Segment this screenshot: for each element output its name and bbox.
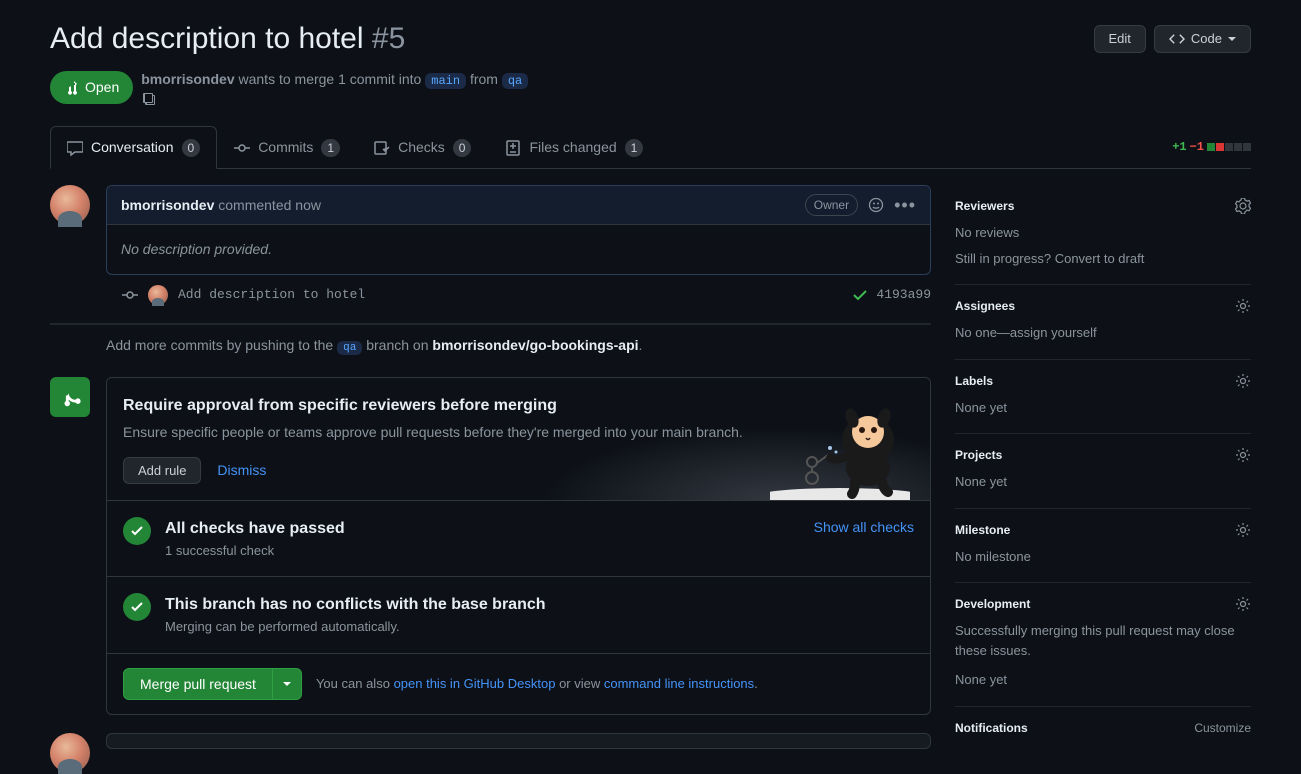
- new-comment-box[interactable]: [106, 733, 931, 749]
- projects-title: Projects: [955, 446, 1002, 464]
- mini-avatar[interactable]: [148, 285, 168, 305]
- comment-body: No description provided.: [107, 225, 930, 274]
- merge-dropdown[interactable]: [273, 668, 302, 700]
- kebab-icon[interactable]: •••: [894, 196, 916, 214]
- add-rule-button[interactable]: Add rule: [123, 457, 201, 484]
- promo-sub: Ensure specific people or teams approve …: [123, 422, 914, 443]
- show-checks-link[interactable]: Show all checks: [814, 517, 914, 538]
- merge-panel: Require approval from specific reviewers…: [106, 377, 931, 715]
- copy-icon[interactable]: [141, 90, 532, 106]
- cli-link[interactable]: command line instructions: [604, 676, 754, 691]
- development-none: None yet: [955, 670, 1251, 690]
- no-conflicts-title: This branch has no conflicts with the ba…: [165, 593, 914, 617]
- tab-files[interactable]: Files changed 1: [488, 126, 660, 169]
- comment-author[interactable]: bmorrisondev: [121, 197, 214, 213]
- commit-dot-icon: [122, 287, 138, 303]
- check-circle-icon: [123, 593, 151, 621]
- files-count: 1: [625, 139, 644, 157]
- owner-badge: Owner: [805, 194, 858, 216]
- labels-text: None yet: [955, 398, 1251, 418]
- checks-passed-sub: 1 successful check: [165, 541, 800, 561]
- emoji-icon[interactable]: [868, 197, 884, 213]
- check-icon[interactable]: [852, 287, 868, 303]
- labels-title: Labels: [955, 372, 993, 390]
- author-link[interactable]: bmorrisondev: [141, 71, 234, 87]
- tab-commits[interactable]: Commits 1: [217, 126, 357, 169]
- desktop-link[interactable]: open this in GitHub Desktop: [394, 676, 556, 691]
- avatar[interactable]: [50, 185, 90, 225]
- assignees-text[interactable]: No one—assign yourself: [955, 323, 1251, 343]
- promo-title: Require approval from specific reviewers…: [123, 394, 914, 418]
- gear-icon[interactable]: [1235, 596, 1251, 612]
- gear-icon[interactable]: [1235, 298, 1251, 314]
- commit-message[interactable]: Add description to hotel: [178, 285, 365, 305]
- dismiss-link[interactable]: Dismiss: [217, 460, 266, 481]
- base-branch[interactable]: main: [425, 73, 466, 89]
- code-icon: [1169, 31, 1185, 47]
- push-hint: Add more commits by pushing to the qa br…: [50, 323, 931, 377]
- projects-text: None yet: [955, 472, 1251, 492]
- gear-icon[interactable]: [1235, 522, 1251, 538]
- comment-time: commented now: [218, 197, 321, 213]
- assignees-title: Assignees: [955, 297, 1015, 315]
- comment-box: bmorrisondev commented now Owner ••• No …: [106, 185, 931, 275]
- milestone-text: No milestone: [955, 547, 1251, 567]
- check-circle-icon: [123, 517, 151, 545]
- commit-row: Add description to hotel 4193a99: [50, 275, 931, 315]
- milestone-title: Milestone: [955, 521, 1010, 539]
- convert-draft-link[interactable]: Still in progress? Convert to draft: [955, 249, 1251, 269]
- merge-hint: You can also open this in GitHub Desktop…: [316, 674, 758, 694]
- conversation-count: 0: [182, 139, 201, 157]
- merge-button[interactable]: Merge pull request: [123, 668, 273, 700]
- file-diff-icon: [505, 140, 521, 156]
- notifications-title: Notifications: [955, 719, 1028, 737]
- gear-icon[interactable]: [1235, 373, 1251, 389]
- gear-icon[interactable]: [1235, 447, 1251, 463]
- commit-icon: [234, 140, 250, 156]
- commits-count: 1: [321, 139, 340, 157]
- merge-icon: [50, 377, 90, 417]
- code-button[interactable]: Code: [1154, 25, 1251, 53]
- development-title: Development: [955, 595, 1030, 613]
- edit-button[interactable]: Edit: [1094, 25, 1146, 53]
- reviewers-text: No reviews: [955, 223, 1251, 243]
- comment-icon: [67, 140, 83, 156]
- commit-sha[interactable]: 4193a99: [876, 285, 931, 305]
- diffstat: +1 −1: [1172, 138, 1251, 156]
- caret-down-icon: [1228, 35, 1236, 43]
- pr-title: Add description to hotel: [50, 22, 364, 55]
- gear-icon[interactable]: [1235, 198, 1251, 214]
- state-badge: Open: [50, 71, 133, 104]
- development-text: Successfully merging this pull request m…: [955, 621, 1251, 660]
- customize-link[interactable]: Customize: [1194, 719, 1251, 737]
- head-branch[interactable]: qa: [502, 73, 528, 89]
- pr-open-icon: [64, 80, 80, 96]
- reviewers-title: Reviewers: [955, 197, 1014, 215]
- tab-checks[interactable]: Checks 0: [357, 126, 488, 169]
- pr-number: #5: [372, 22, 405, 55]
- checks-passed-title: All checks have passed: [165, 517, 800, 541]
- merge-description: bmorrisondev wants to merge 1 commit int…: [141, 69, 532, 106]
- caret-down-icon: [283, 680, 291, 688]
- no-conflicts-sub: Merging can be performed automatically.: [165, 617, 914, 637]
- checks-count: 0: [453, 139, 472, 157]
- checklist-icon: [374, 140, 390, 156]
- tab-conversation[interactable]: Conversation 0: [50, 126, 217, 169]
